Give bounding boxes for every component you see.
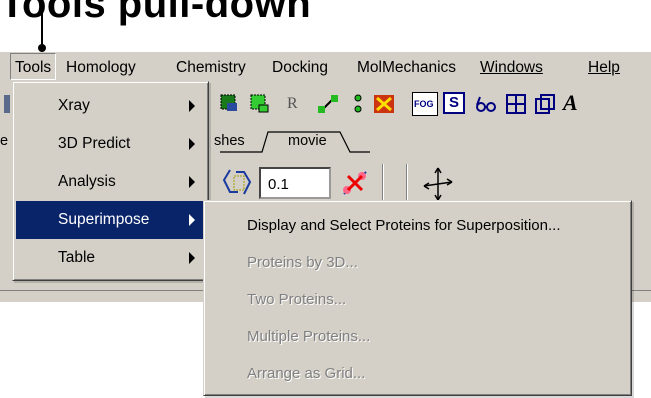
tab-fragment[interactable]: e [0,133,8,149]
grid-icon[interactable] [504,92,528,116]
bond-icon[interactable] [346,92,370,116]
menu-item-superimpose[interactable]: Superimpose [16,201,205,239]
s-button[interactable]: S [443,92,465,114]
tab-movie[interactable]: movie [288,133,327,149]
menu-tools[interactable]: Tools [10,53,57,80]
menu-chemistry[interactable]: Chemistry [176,59,246,77]
glasses-icon[interactable] [474,92,498,116]
molecule-green-icon[interactable] [316,92,340,116]
chain-icon[interactable] [220,166,254,200]
delete-x-icon[interactable] [372,92,396,116]
menu-docking[interactable]: Docking [272,59,328,77]
submenu-arrow-icon [189,214,195,226]
submenu-arrow-icon [189,138,195,150]
select-green-icon[interactable] [218,92,242,116]
move-axes-icon[interactable] [420,164,456,204]
menu-bar: Tools Homology Chemistry Docking MolMech… [0,52,651,82]
menu-help[interactable]: Help [588,59,620,77]
tools-menu: Xray 3D Predict Analysis Superimpose Tab… [12,81,209,281]
caption-title: Tools pull-down [0,0,312,26]
menu-item-analysis[interactable]: Analysis [16,163,205,201]
menu-item-table[interactable]: Table [16,239,205,277]
menu-item-3d-predict[interactable]: 3D Predict [16,125,205,163]
delete-bond-icon[interactable] [340,168,370,198]
submenu-arrow-icon [189,252,195,264]
pointer-dot [38,44,46,52]
submenu-item-proteins-by-3d[interactable]: Proteins by 3D... [207,246,628,280]
toolbar-separator [406,164,408,202]
fog-button[interactable]: FOG [412,92,438,116]
tab-meshes[interactable]: shes [214,133,245,149]
submenu-arrow-icon [189,100,195,112]
pointer-line [41,0,43,46]
submenu-item-multiple-proteins[interactable]: Multiple Proteins... [207,320,628,354]
a-button[interactable]: A [563,90,578,116]
window-icon[interactable] [533,92,557,116]
submenu-item-display-select-proteins[interactable]: Display and Select Proteins for Superpos… [207,209,628,243]
select-box-icon[interactable] [248,92,272,116]
superimpose-submenu: Display and Select Proteins for Superpos… [203,200,632,396]
menu-windows[interactable]: Windows [480,59,543,77]
submenu-arrow-icon [189,176,195,188]
toolbar-separator [382,164,384,202]
distance-input[interactable]: 0.1 [259,167,331,199]
submenu-item-two-proteins[interactable]: Two Proteins... [207,283,628,317]
r-button[interactable]: R [287,95,298,113]
menu-item-xray[interactable]: Xray [16,87,205,125]
menu-homology[interactable]: Homology [66,59,136,77]
menu-molmechanics[interactable]: MolMechanics [357,59,456,77]
submenu-item-arrange-as-grid[interactable]: Arrange as Grid... [207,357,628,391]
